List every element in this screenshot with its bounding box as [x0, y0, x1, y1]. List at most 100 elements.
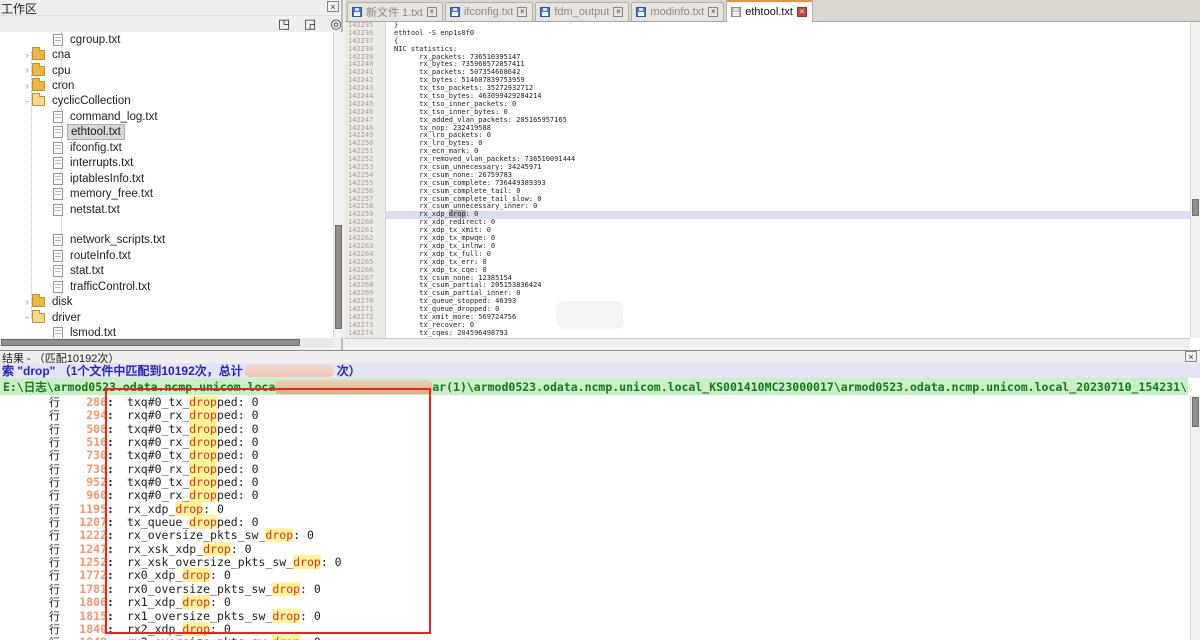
- scrollbar-thumb[interactable]: [335, 225, 342, 329]
- tree-item-disk[interactable]: ›disk: [0, 294, 333, 309]
- tree-item-lsmod-txt[interactable]: lsmod.txt: [0, 325, 333, 338]
- editor-horizontal-scrollbar[interactable]: [345, 338, 1190, 350]
- colon: :: [107, 503, 114, 516]
- tab-close-icon[interactable]: ×: [427, 7, 437, 17]
- chevron-down-icon[interactable]: ›: [22, 313, 33, 323]
- folder-icon: [32, 50, 45, 60]
- match-text: rx2_oversize_pkts_sw_drop: 0: [127, 636, 321, 640]
- chevron-right-icon[interactable]: ›: [22, 50, 32, 61]
- redaction-blur: [275, 380, 432, 394]
- tree-item-label: command_log.txt: [67, 110, 161, 124]
- match-row[interactable]: 行1849:rx2_oversize_pkts_sw_drop: 0: [0, 636, 1188, 640]
- row-label: 行: [49, 437, 65, 450]
- tree-item-cgroup-txt[interactable]: cgroup.txt: [0, 32, 333, 47]
- line-text: rx_xdp_tx_mpwqe: 0: [386, 235, 1190, 243]
- match-row[interactable]: 行960:rxq#0_rx_dropped: 0: [0, 489, 1188, 502]
- match-highlight: drop: [272, 609, 300, 623]
- tree-item-memory-free-txt[interactable]: memory_free.txt: [0, 186, 333, 201]
- editor-tabbar: 新文件 1.txt×ifconfig.txt×fdm_output×modinf…: [345, 0, 1200, 22]
- editor-vertical-scrollbar[interactable]: [1190, 22, 1200, 338]
- match-row[interactable]: 行1247:rx_xsk_xdp_drop: 0: [0, 543, 1188, 556]
- chevron-right-icon[interactable]: ›: [22, 65, 32, 76]
- tab--1-txt[interactable]: 新文件 1.txt×: [347, 2, 443, 21]
- tree-item-label: driver: [49, 311, 84, 325]
- match-row[interactable]: 行1815:rx1_oversize_pkts_sw_drop: 0: [0, 610, 1188, 623]
- locate-file-icon[interactable]: ◎: [328, 16, 344, 31]
- match-list[interactable]: 行286:txq#0_tx_dropped: 0行294:rxq#0_rx_dr…: [0, 396, 1188, 640]
- tree-horizontal-scrollbar[interactable]: [0, 338, 333, 348]
- row-label: 行: [49, 597, 65, 610]
- match-text: txq#0_tx_dropped: 0: [127, 476, 259, 489]
- match-text: rxq#0_rx_dropped: 0: [127, 489, 259, 502]
- match-line-number: 1252: [65, 556, 107, 569]
- expand-window-icon[interactable]: ◳: [276, 16, 292, 31]
- tree-item-cpu[interactable]: ›cpu: [0, 63, 333, 78]
- match-text: txq#0_tx_dropped: 0: [127, 396, 259, 409]
- match-row[interactable]: 行1806:rx1_xdp_drop: 0: [0, 596, 1188, 609]
- tree-item-interrupts-txt[interactable]: interrupts.txt: [0, 156, 333, 171]
- match-row[interactable]: 行730:txq#0_tx_dropped: 0: [0, 449, 1188, 462]
- tab-close-icon[interactable]: ×: [517, 7, 527, 17]
- colon: :: [107, 436, 114, 449]
- tab-close-icon[interactable]: ×: [797, 7, 807, 17]
- match-line-number: 1806: [65, 596, 107, 609]
- tree-item-netstat-txt[interactable]: netstat.txt: [0, 202, 333, 217]
- tab-ifconfig-txt[interactable]: ifconfig.txt×: [445, 2, 534, 21]
- match-text: txq#0_tx_dropped: 0: [127, 423, 259, 436]
- tree-item-routeinfo-txt[interactable]: routeInfo.txt: [0, 248, 333, 263]
- file-tree[interactable]: cgroup.txt›cna›cpu›cron›cyclicCollection…: [0, 32, 333, 338]
- tab-close-icon[interactable]: ×: [613, 7, 623, 17]
- match-row[interactable]: 行1781:rx0_oversize_pkts_sw_drop: 0: [0, 583, 1188, 596]
- match-text: rx_xdp_drop: 0: [127, 503, 224, 516]
- tree-item-trafficcontrol-txt[interactable]: trafficControl.txt: [0, 279, 333, 294]
- tab-modinfo-txt[interactable]: modinfo.txt×: [631, 2, 724, 21]
- scrollbar-thumb[interactable]: [1192, 199, 1199, 216]
- match-highlight: drop: [449, 210, 466, 218]
- tab-close-icon[interactable]: ×: [708, 7, 718, 17]
- match-row[interactable]: 行952:txq#0_tx_dropped: 0: [0, 476, 1188, 489]
- tree-item-cron[interactable]: ›cron: [0, 78, 333, 93]
- match-row[interactable]: 行1207:tx_queue_dropped: 0: [0, 516, 1188, 529]
- chevron-right-icon[interactable]: ›: [22, 297, 32, 308]
- results-close-button[interactable]: ×: [1185, 351, 1197, 362]
- code-area[interactable]: 142235}142236ethtool -S enp1s0f0142237{1…: [345, 22, 1190, 338]
- results-vertical-scrollbar[interactable]: [1190, 395, 1200, 640]
- tree-item-command-log-txt[interactable]: command_log.txt: [0, 109, 333, 124]
- workspace-close-button[interactable]: ×: [327, 1, 339, 12]
- tree-item-redacted[interactable]: [0, 217, 333, 232]
- match-row[interactable]: 行1252:rx_xsk_oversize_pkts_sw_drop: 0: [0, 556, 1188, 569]
- chevron-down-icon[interactable]: ›: [22, 96, 33, 106]
- match-row[interactable]: 行508:txq#0_tx_dropped: 0: [0, 423, 1188, 436]
- match-text: rx1_oversize_pkts_sw_drop: 0: [127, 610, 321, 623]
- match-highlight: drop: [189, 408, 217, 422]
- scrollbar-thumb[interactable]: [1, 339, 300, 346]
- match-row[interactable]: 行1195:rx_xdp_drop: 0: [0, 503, 1188, 516]
- tab-label: fdm_output: [554, 6, 609, 18]
- tree-item-label: routeInfo.txt: [67, 249, 134, 263]
- matched-file-path[interactable]: E:\日志\armod0523.odata.ncmp.unicom.loca a…: [0, 378, 1188, 395]
- match-row[interactable]: 行1222:rx_oversize_pkts_sw_drop: 0: [0, 529, 1188, 542]
- match-row[interactable]: 行1772:rx0_xdp_drop: 0: [0, 569, 1188, 582]
- match-row[interactable]: 行294:rxq#0_rx_dropped: 0: [0, 409, 1188, 422]
- tree-item-driver[interactable]: › driver: [0, 310, 333, 325]
- match-row[interactable]: 行286:txq#0_tx_dropped: 0: [0, 396, 1188, 409]
- tree-item-ifconfig-txt[interactable]: ifconfig.txt: [0, 140, 333, 155]
- tree-item-ethtool-txt[interactable]: ethtool.txt: [0, 125, 333, 140]
- line-text: ethtool -S enp1s0f0: [386, 30, 1190, 38]
- tree-item-iptablesinfo-txt[interactable]: iptablesInfo.txt: [0, 171, 333, 186]
- match-row[interactable]: 行1840:rx2_xdp_drop: 0: [0, 623, 1188, 636]
- tree-item-stat-txt[interactable]: stat.txt: [0, 264, 333, 279]
- match-line-number: 1772: [65, 569, 107, 582]
- tree-item-network-scripts-txt[interactable]: network_scripts.txt: [0, 233, 333, 248]
- tab-ethtool-txt[interactable]: ethtool.txt×: [726, 0, 813, 22]
- match-row[interactable]: 行738:rxq#0_rx_dropped: 0: [0, 463, 1188, 476]
- scrollbar-thumb[interactable]: [1192, 397, 1199, 427]
- tree-item-cna[interactable]: ›cna: [0, 47, 333, 62]
- tree-item-cycliccollection[interactable]: ›cyclicCollection: [0, 94, 333, 109]
- collapse-window-icon[interactable]: ◲: [302, 16, 318, 31]
- chevron-right-icon[interactable]: ›: [22, 81, 32, 92]
- match-row[interactable]: 行516:rxq#0_rx_dropped: 0: [0, 436, 1188, 449]
- file-icon: [53, 126, 63, 138]
- tree-vertical-scrollbar[interactable]: [333, 32, 343, 338]
- tab-fdm-output[interactable]: fdm_output ×: [535, 2, 629, 21]
